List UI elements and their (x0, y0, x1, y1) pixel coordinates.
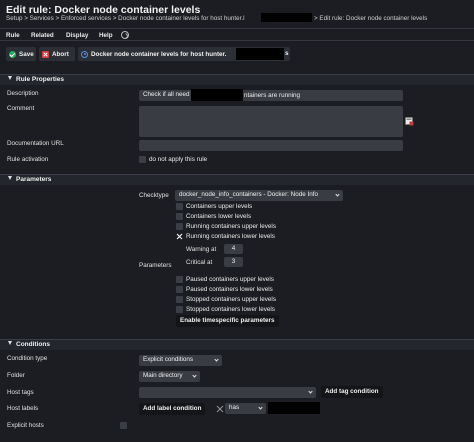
option-checkbox[interactable] (176, 223, 183, 230)
add-tag-condition-button[interactable]: Add tag condition (321, 386, 383, 398)
rule-activation-label: Rule activation (7, 156, 49, 163)
save-button[interactable]: Save (6, 47, 36, 61)
option-label: Running containers upper levels (186, 223, 276, 230)
redacted-hostname (236, 48, 284, 60)
host-tags-select[interactable] (139, 387, 316, 398)
documentation-url-label: Documentation URL (7, 140, 64, 147)
description-text-end: ntainers are running (244, 92, 301, 99)
condition-type-select[interactable]: Explicit conditions (139, 355, 222, 366)
chevron-down-icon (335, 192, 340, 197)
breadcrumb[interactable]: Setup > Services > Enforced services > D… (6, 15, 245, 22)
triangle-down-icon (8, 341, 12, 345)
service-icon (81, 50, 88, 58)
comment-label: Comment (7, 105, 35, 112)
option-label: Running containers lower levels (186, 233, 275, 240)
close-icon (42, 50, 49, 58)
option-checkbox[interactable] (176, 213, 183, 220)
section-rule-properties[interactable]: Rule Properties (0, 74, 474, 85)
chevron-down-icon (214, 357, 219, 362)
section-title: Rule Properties (16, 76, 65, 83)
do-not-apply-label: do not apply this rule (149, 156, 208, 163)
host-tags-label: Host tags (7, 389, 34, 396)
redacted-text (191, 89, 243, 101)
option-label: Containers upper levels (186, 203, 253, 210)
critical-input[interactable]: 3 (224, 257, 243, 267)
menu-related[interactable]: Related (31, 32, 54, 39)
option-label: Paused containers lower levels (186, 286, 273, 293)
breadcrumb-path[interactable]: Setup > Services > Enforced services > D… (6, 15, 245, 22)
abort-button[interactable]: Abort (39, 47, 75, 61)
menu-help[interactable]: Help (99, 32, 113, 39)
chevron-down-icon (192, 373, 197, 378)
save-button-label: Save (19, 50, 34, 58)
insert-date-icon[interactable] (405, 117, 414, 126)
parameters-label: Parameters (139, 262, 172, 269)
close-icon[interactable] (216, 405, 224, 413)
documentation-url-field[interactable] (139, 140, 403, 151)
timespecific-button[interactable]: Enable timespecific parameters (176, 315, 279, 327)
folder-select[interactable]: Main directory (139, 371, 200, 382)
add-label-condition-button[interactable]: Add label condition (139, 403, 206, 415)
breadcrumb-current: > Edit rule: Docker node container level… (314, 15, 428, 22)
option-label: Stopped containers upper levels (186, 296, 276, 303)
label-operator-select[interactable]: has (225, 403, 266, 414)
checktype-select[interactable]: docker_node_info_containers - Docker: No… (175, 190, 343, 201)
option-checkbox[interactable] (176, 203, 183, 210)
condition-type-label: Condition type (7, 355, 48, 362)
option-checkbox[interactable] (176, 306, 183, 313)
option-label: Containers lower levels (186, 213, 252, 220)
chevron-right-icon[interactable] (121, 31, 129, 39)
comment-textarea[interactable] (139, 106, 403, 137)
warning-label: Warning at (186, 246, 217, 253)
service-button-label: Docker node container levels for host hu… (91, 50, 227, 58)
option-checkbox-checked[interactable] (176, 233, 183, 240)
option-label: Paused containers upper levels (186, 276, 274, 283)
menu-display[interactable]: Display (66, 32, 88, 39)
option-checkbox[interactable] (176, 276, 183, 283)
condition-type-value: Explicit conditions (143, 356, 194, 363)
triangle-down-icon (8, 176, 12, 180)
menu-bar: Rule Related Display Help (0, 28, 474, 41)
chevron-down-icon (308, 389, 313, 394)
redacted-hostname (261, 13, 312, 22)
section-title: Parameters (16, 176, 52, 183)
save-icon (9, 50, 16, 58)
section-conditions[interactable]: Conditions (0, 339, 474, 350)
do-not-apply-checkbox[interactable] (139, 156, 146, 163)
chevron-down-icon (258, 405, 263, 410)
section-parameters[interactable]: Parameters (0, 174, 474, 185)
checktype-value: docker_node_info_containers - Docker: No… (179, 191, 318, 198)
abort-button-label: Abort (52, 50, 69, 58)
triangle-down-icon (8, 76, 12, 80)
option-checkbox[interactable] (176, 286, 183, 293)
checktype-label: Checktype (139, 192, 169, 199)
explicit-hosts-checkbox[interactable] (120, 422, 127, 429)
warning-input[interactable]: 4 (224, 244, 243, 254)
menu-rule[interactable]: Rule (6, 32, 20, 39)
critical-label: Critical at (186, 259, 213, 266)
host-labels-label: Host labels (7, 405, 39, 412)
option-label: Stopped containers lower levels (186, 306, 275, 313)
description-label: Description (7, 90, 39, 97)
description-text-start: Check if all need (143, 91, 190, 98)
folder-value: Main directory (143, 372, 183, 379)
label-operator-value: has (229, 404, 240, 411)
option-checkbox[interactable] (176, 296, 183, 303)
folder-label: Folder (7, 372, 25, 379)
service-button-suffix: s (285, 50, 289, 57)
explicit-hosts-label: Explicit hosts (7, 422, 44, 429)
section-title: Conditions (16, 341, 50, 348)
redacted-label-value (268, 402, 320, 414)
